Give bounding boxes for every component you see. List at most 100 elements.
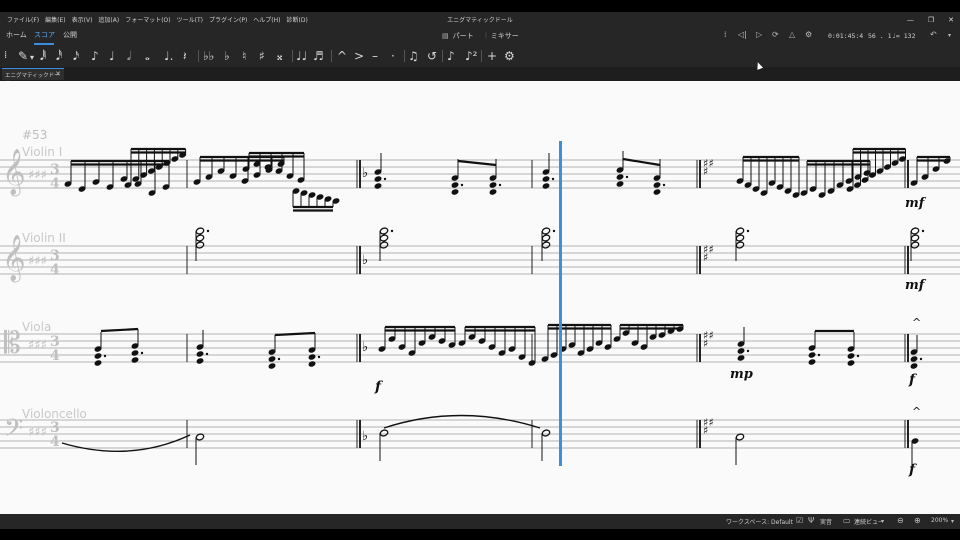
toolbar-separator <box>292 50 293 62</box>
svg-text:♭: ♭ <box>362 253 368 268</box>
mixer-button[interactable]: ⫶ ミキサー <box>485 31 519 41</box>
notehead <box>735 241 745 249</box>
undo-dropdown-icon[interactable]: ▾ <box>948 32 951 39</box>
menu-view[interactable]: 表示(V) <box>69 15 96 24</box>
zoom-in-icon[interactable]: ⊕ <box>914 516 921 525</box>
note-input-toolbar: ⁞ ✎ ▾ 𝅘𝅥𝅱 𝅘𝅥𝅰 𝅘𝅥𝅯 ♪ ♩ 𝅗𝅥 𝅝 ♩. 𝄽 ♭♭ ♭ ♮ ♯… <box>0 45 960 67</box>
loop-icon[interactable]: ⟳ <box>772 30 779 39</box>
accent-icon[interactable]: > <box>354 47 364 65</box>
voice-2-icon[interactable]: ♪² <box>465 47 477 65</box>
zoom-level[interactable]: 200% <box>931 517 948 524</box>
notehead <box>131 350 139 356</box>
concert-pitch-label[interactable]: 実音 <box>820 517 832 526</box>
flip-direction-icon[interactable]: ↺ <box>427 47 437 65</box>
augmentation-dot-icon[interactable]: ♩. <box>164 47 173 65</box>
menu-diagnostic[interactable]: 診断(D) <box>284 15 311 24</box>
notehead <box>653 189 661 195</box>
tenuto-icon[interactable]: – <box>372 47 378 65</box>
undo-icon[interactable]: ↶ <box>930 30 937 39</box>
bass-clef-icon: 𝄢 <box>4 414 23 449</box>
playback-settings-icon[interactable]: ⚙ <box>805 30 812 39</box>
menu-add[interactable]: 追加(A) <box>95 15 122 24</box>
voice-1-icon[interactable]: ♪ <box>447 47 455 65</box>
dynamic-f: f <box>908 372 918 388</box>
notehead <box>195 241 205 249</box>
menu-format[interactable]: フォーマット(O) <box>122 15 173 24</box>
add-icon[interactable]: + <box>487 47 497 65</box>
tab-score[interactable]: スコア <box>34 30 55 40</box>
staccato-icon[interactable]: · <box>391 47 395 65</box>
menu-file[interactable]: ファイル(F) <box>4 15 42 24</box>
concert-pitch-checkbox-icon[interactable]: ☑ <box>796 516 803 525</box>
dynamic-f: f <box>374 379 384 395</box>
svg-text:♯♯♯: ♯♯♯ <box>28 168 47 183</box>
notehead <box>374 183 382 189</box>
16th-note-icon[interactable]: 𝅘𝅥𝅯 <box>73 47 79 65</box>
flat-icon[interactable]: ♭ <box>224 47 230 65</box>
view-mode-selector[interactable]: 連続ビュー <box>854 517 884 526</box>
zoom-out-icon[interactable]: ⊖ <box>897 516 904 525</box>
parts-button[interactable]: ▤ パート <box>442 31 474 41</box>
whole-note-icon[interactable]: 𝅝 <box>145 47 150 65</box>
tab-publish[interactable]: 公開 <box>63 30 77 40</box>
input-mode-dropdown-icon[interactable]: ▾ <box>30 49 34 67</box>
eighth-note-icon[interactable]: ♪ <box>91 47 99 65</box>
notehead <box>94 360 102 366</box>
staccato-dot <box>856 354 860 358</box>
minimize-icon[interactable]: — <box>907 16 914 24</box>
notehead <box>451 182 459 188</box>
parts-icon: ▤ <box>442 32 449 40</box>
zoom-dropdown-icon[interactable]: ▾ <box>951 518 954 525</box>
marcato-icon[interactable]: ^ <box>337 47 347 65</box>
64th-note-icon[interactable]: 𝅘𝅥𝅱 <box>40 47 46 65</box>
dynamic-mf: mf <box>905 196 927 211</box>
staccato-dot <box>625 175 629 179</box>
play-icon[interactable]: ▷ <box>756 30 762 39</box>
metronome-icon[interactable]: △ <box>789 30 795 39</box>
slur-icon[interactable]: ♬ <box>313 47 324 65</box>
32nd-note-icon[interactable]: 𝅘𝅥𝅰 <box>56 47 62 65</box>
rewind-icon[interactable]: ◁| <box>738 30 747 39</box>
view-mode-dropdown-icon[interactable]: ▾ <box>881 518 884 525</box>
double-sharp-icon[interactable]: 𝄪 <box>277 47 282 65</box>
tuplet-icon[interactable]: ♫ <box>408 47 419 65</box>
note-input-pen-icon[interactable]: ✎ <box>18 47 28 65</box>
menu-help[interactable]: ヘルプ(H) <box>250 15 283 24</box>
notehead <box>94 353 102 359</box>
menu-plugins[interactable]: プラグイン(P) <box>206 15 250 24</box>
treble-clef-icon: 𝄞 <box>2 149 26 197</box>
close-tab-icon[interactable]: ✕ <box>55 70 61 78</box>
mixer-icon: ⫶ <box>485 32 487 40</box>
document-tab-bar: エニグマティックドール ✕ <box>0 67 960 87</box>
menu-edit[interactable]: 編集(E) <box>42 15 68 24</box>
dynamic-mf: mf <box>905 278 927 293</box>
quarter-note-icon[interactable]: ♩ <box>109 47 115 65</box>
document-tab[interactable]: エニグマティックドール ✕ <box>2 68 64 87</box>
double-flat-icon[interactable]: ♭♭ <box>203 47 214 65</box>
toolbar-separator <box>442 50 443 62</box>
tie-icon[interactable]: ♩♩ <box>296 47 307 65</box>
notes <box>64 147 951 466</box>
score-svg: #53 Violin I Violin II Viola Violoncello… <box>0 128 960 478</box>
staccato-dot <box>817 353 821 357</box>
beam <box>457 159 497 167</box>
menu-tools[interactable]: ツール(T) <box>174 15 206 24</box>
rest-icon[interactable]: 𝄽 <box>183 47 187 65</box>
notehead <box>847 353 855 359</box>
staccato-dot <box>383 177 387 181</box>
staccato-dot <box>103 354 107 358</box>
natural-icon[interactable]: ♮ <box>242 47 246 65</box>
staff-lines <box>0 159 960 449</box>
notehead <box>308 361 316 367</box>
customize-toolbar-icon[interactable]: ⚙ <box>504 47 515 65</box>
half-note-icon[interactable]: 𝅗𝅥 <box>127 47 131 65</box>
score-canvas[interactable]: #53 Violin I Violin II Viola Violoncello… <box>0 81 960 514</box>
svg-text:4: 4 <box>50 348 60 364</box>
workspace-selector[interactable]: ワークスペース: Default <box>726 517 793 526</box>
restore-icon[interactable]: ❐ <box>928 16 934 24</box>
svg-text:^: ^ <box>912 316 921 329</box>
tab-home[interactable]: ホーム <box>6 30 27 40</box>
svg-text:♭: ♭ <box>362 429 368 444</box>
sharp-icon[interactable]: ♯ <box>259 47 265 65</box>
close-icon[interactable]: ✕ <box>948 16 954 24</box>
